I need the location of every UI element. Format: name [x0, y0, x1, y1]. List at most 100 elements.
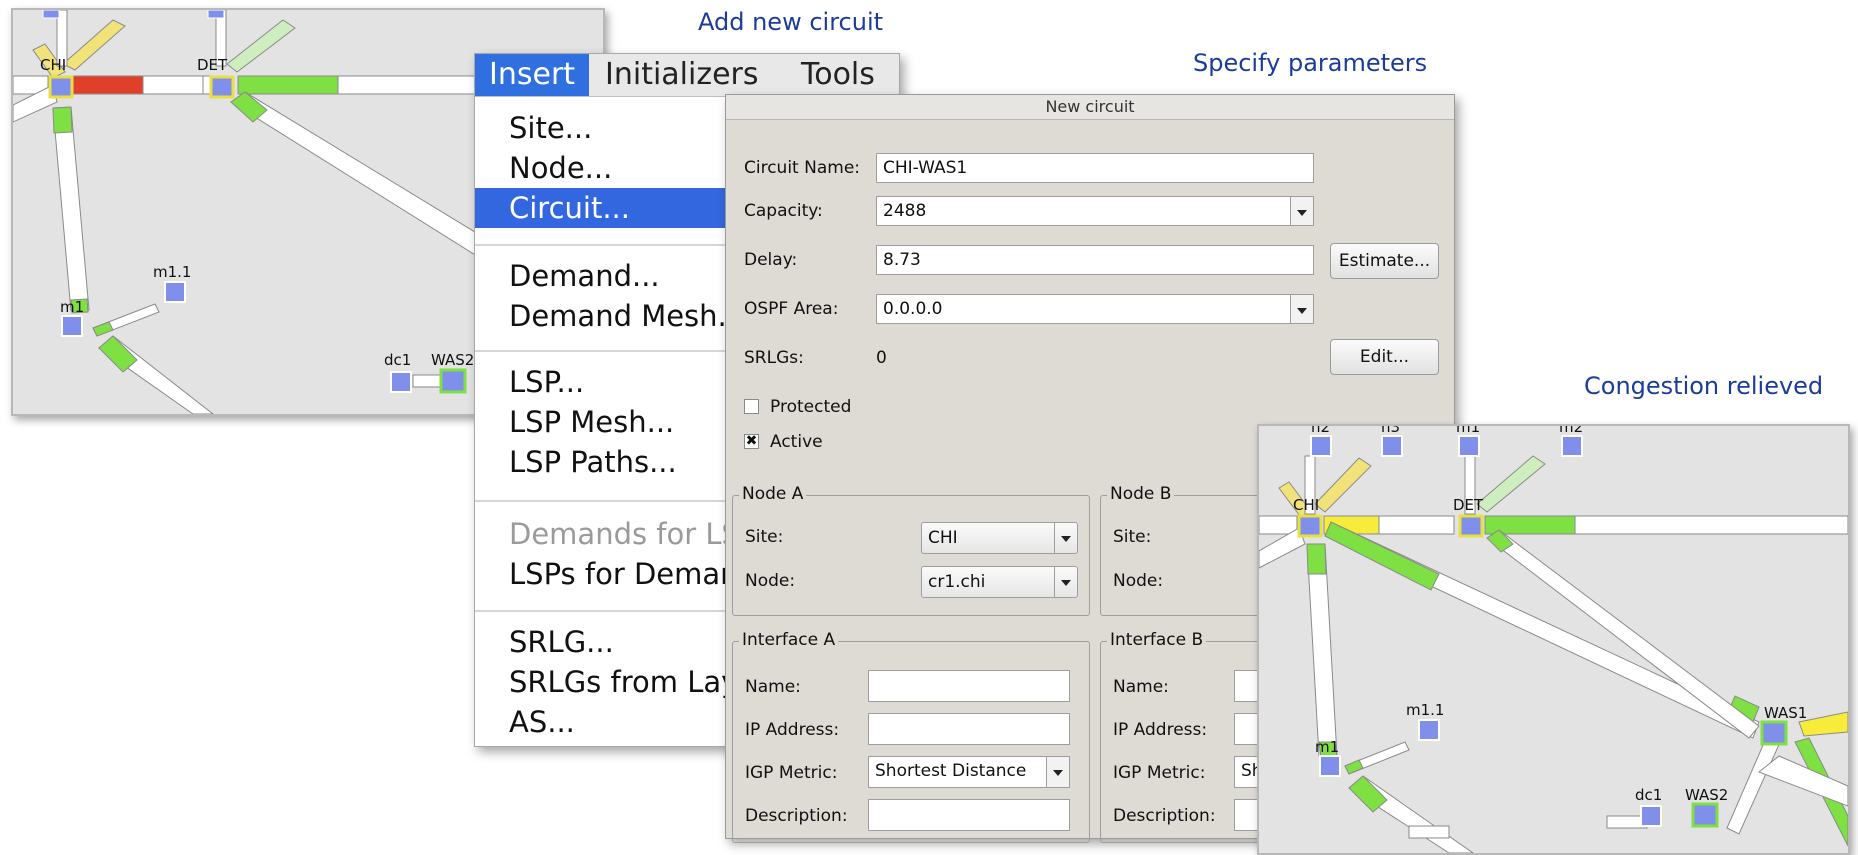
- ospf-area-label: OSPF Area:: [744, 299, 839, 319]
- node-n2[interactable]: [1310, 435, 1332, 457]
- node-a-node-label: Node:: [745, 571, 796, 591]
- node-was1[interactable]: [1760, 720, 1788, 746]
- node-b-title: Node B: [1107, 484, 1175, 504]
- interface-a-igp-value: Shortest Distance: [875, 761, 1027, 781]
- caption-add-new-circuit: Add new circuit: [698, 8, 884, 36]
- ospf-area-dropdown-icon[interactable]: [1290, 295, 1313, 323]
- node-label-m2: m2: [1559, 426, 1583, 436]
- node-a-site-label: Site:: [745, 527, 784, 547]
- node-label-chi: CHI: [1293, 496, 1319, 514]
- caption-specify-parameters: Specify parameters: [1193, 49, 1428, 77]
- network-map-after-canvas: n2 n3 m1 m2 CHI DET WAS1 m1.1 m1 dc1 WAS…: [1259, 426, 1848, 853]
- interface-a-igp-combo[interactable]: Shortest Distance: [868, 756, 1070, 788]
- menu-bar: Insert Initializers Tools: [475, 54, 899, 97]
- active-checkbox[interactable]: ✖: [744, 434, 759, 449]
- node-was2[interactable]: [1691, 802, 1719, 828]
- node-label-det: DET: [1453, 496, 1484, 514]
- link-chi-west[interactable]: [1259, 515, 1298, 535]
- node-a-node-select[interactable]: cr1.chi: [921, 566, 1078, 598]
- node-was2[interactable]: [439, 368, 467, 394]
- node-det[interactable]: [1458, 514, 1484, 538]
- interface-b-description-label: Description:: [1113, 806, 1216, 826]
- capacity-label: Capacity:: [744, 201, 823, 221]
- node-a-site-select[interactable]: CHI: [921, 522, 1078, 554]
- node-dc1[interactable]: [390, 371, 412, 393]
- capacity-value: 2488: [883, 201, 927, 221]
- node-a-node-dropdown-icon[interactable]: [1054, 567, 1077, 597]
- node-label-m1-top: m1: [1456, 426, 1480, 436]
- links-det-north[interactable]: [215, 10, 296, 73]
- node-label-n2: n2: [1311, 426, 1330, 436]
- node-a-node-value: cr1.chi: [928, 572, 986, 592]
- ospf-area-combo[interactable]: 0.0.0.0: [876, 294, 1314, 324]
- node-chi[interactable]: [48, 75, 74, 99]
- link-det-was1[interactable]: [1486, 529, 1760, 739]
- link-chi-south[interactable]: [52, 106, 90, 314]
- node-dc1[interactable]: [1640, 805, 1662, 827]
- estimate-button[interactable]: Estimate...: [1330, 243, 1439, 279]
- circuit-name-input[interactable]: CHI-WAS1: [876, 153, 1314, 183]
- node-label-det: DET: [197, 56, 228, 74]
- interface-b-title: Interface B: [1107, 630, 1207, 650]
- node-label-n3: n3: [1381, 426, 1400, 436]
- delay-input[interactable]: 8.73: [876, 245, 1314, 275]
- interface-b-ip-label: IP Address:: [1113, 720, 1208, 740]
- interface-a-name-label: Name:: [745, 677, 801, 697]
- dialog-title: New circuit: [726, 95, 1454, 120]
- link-det-east[interactable]: [1484, 515, 1848, 535]
- srlgs-value: 0: [876, 348, 887, 368]
- node-label-was2: WAS2: [431, 351, 474, 369]
- interface-b-igp-label: IGP Metric:: [1113, 763, 1206, 783]
- interface-a-name-input[interactable]: [868, 670, 1070, 702]
- interface-a-igp-label: IGP Metric:: [745, 763, 838, 783]
- link-m1-south[interactable]: [98, 335, 214, 414]
- capacity-combo[interactable]: 2488: [876, 196, 1314, 226]
- menu-initializers[interactable]: Initializers: [591, 54, 773, 96]
- node-det[interactable]: [209, 75, 235, 99]
- node-label-chi: CHI: [40, 56, 66, 74]
- circuit-name-label: Circuit Name:: [744, 158, 861, 178]
- node-label-dc1: dc1: [1635, 786, 1662, 804]
- node-label-m1-1: m1.1: [1406, 701, 1444, 719]
- node-m1[interactable]: [1319, 755, 1341, 777]
- edit-srlgs-button[interactable]: Edit...: [1330, 339, 1439, 375]
- node-label-was1: WAS1: [1764, 704, 1807, 722]
- interface-a-ip-input[interactable]: [868, 713, 1070, 745]
- protected-checkbox[interactable]: [744, 399, 759, 414]
- node-m1-1[interactable]: [164, 281, 186, 303]
- node-label-dc1: dc1: [384, 351, 411, 369]
- interface-a-igp-dropdown-icon[interactable]: [1046, 757, 1069, 787]
- interface-b-name-label: Name:: [1113, 677, 1169, 697]
- link-chi-south[interactable]: [1306, 543, 1338, 759]
- node-chi[interactable]: [1297, 514, 1323, 538]
- srlgs-label: SRLGs:: [744, 348, 804, 368]
- capacity-dropdown-icon[interactable]: [1290, 197, 1313, 225]
- interface-a-group: Interface A Name: IP Address: IGP Metric…: [732, 630, 1090, 843]
- node-label-m1: m1: [1315, 738, 1339, 756]
- menu-insert[interactable]: Insert: [475, 54, 590, 96]
- node-n3[interactable]: [1381, 435, 1403, 457]
- caption-congestion-relieved: Congestion relieved: [1584, 372, 1824, 400]
- menu-tools[interactable]: Tools: [787, 54, 889, 96]
- node-a-site-dropdown-icon[interactable]: [1054, 523, 1077, 553]
- node-label-m1-1: m1.1: [153, 263, 191, 281]
- node-a-title: Node A: [739, 484, 807, 504]
- protected-label: Protected: [770, 397, 852, 417]
- node-m1-top[interactable]: [1458, 435, 1480, 457]
- node-b-node-label: Node:: [1113, 571, 1164, 591]
- link-m1-south[interactable]: [1348, 775, 1474, 853]
- node-b-site-label: Site:: [1113, 527, 1152, 547]
- link-chi-det[interactable]: [72, 75, 214, 95]
- interface-a-description-label: Description:: [745, 806, 848, 826]
- network-map-after[interactable]: n2 n3 m1 m2 CHI DET WAS1 m1.1 m1 dc1 WAS…: [1257, 424, 1850, 855]
- node-m2[interactable]: [1561, 435, 1583, 457]
- node-a-site-value: CHI: [928, 528, 958, 548]
- links-was1-south[interactable]: [1726, 735, 1848, 847]
- node-a-group: Node A Site: CHI Node: cr1.chi: [732, 484, 1090, 616]
- node-m1-1[interactable]: [1418, 719, 1440, 741]
- interface-a-description-input[interactable]: [868, 799, 1070, 831]
- link-chi-was1-new[interactable]: [1324, 521, 1760, 739]
- ospf-area-value: 0.0.0.0: [883, 299, 943, 319]
- node-m1[interactable]: [61, 315, 83, 337]
- node-label-was2: WAS2: [1685, 786, 1728, 804]
